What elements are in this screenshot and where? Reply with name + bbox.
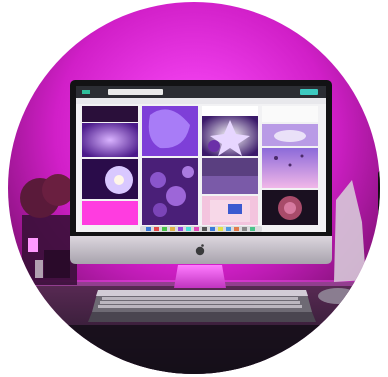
grid-cell bbox=[262, 148, 318, 188]
left-shelf bbox=[20, 174, 77, 285]
imac-stand bbox=[174, 265, 226, 288]
keyboard bbox=[88, 290, 316, 322]
grid-cell bbox=[82, 201, 138, 225]
grid-cell bbox=[82, 123, 138, 157]
imac bbox=[70, 80, 332, 288]
photo bbox=[0, 0, 388, 377]
